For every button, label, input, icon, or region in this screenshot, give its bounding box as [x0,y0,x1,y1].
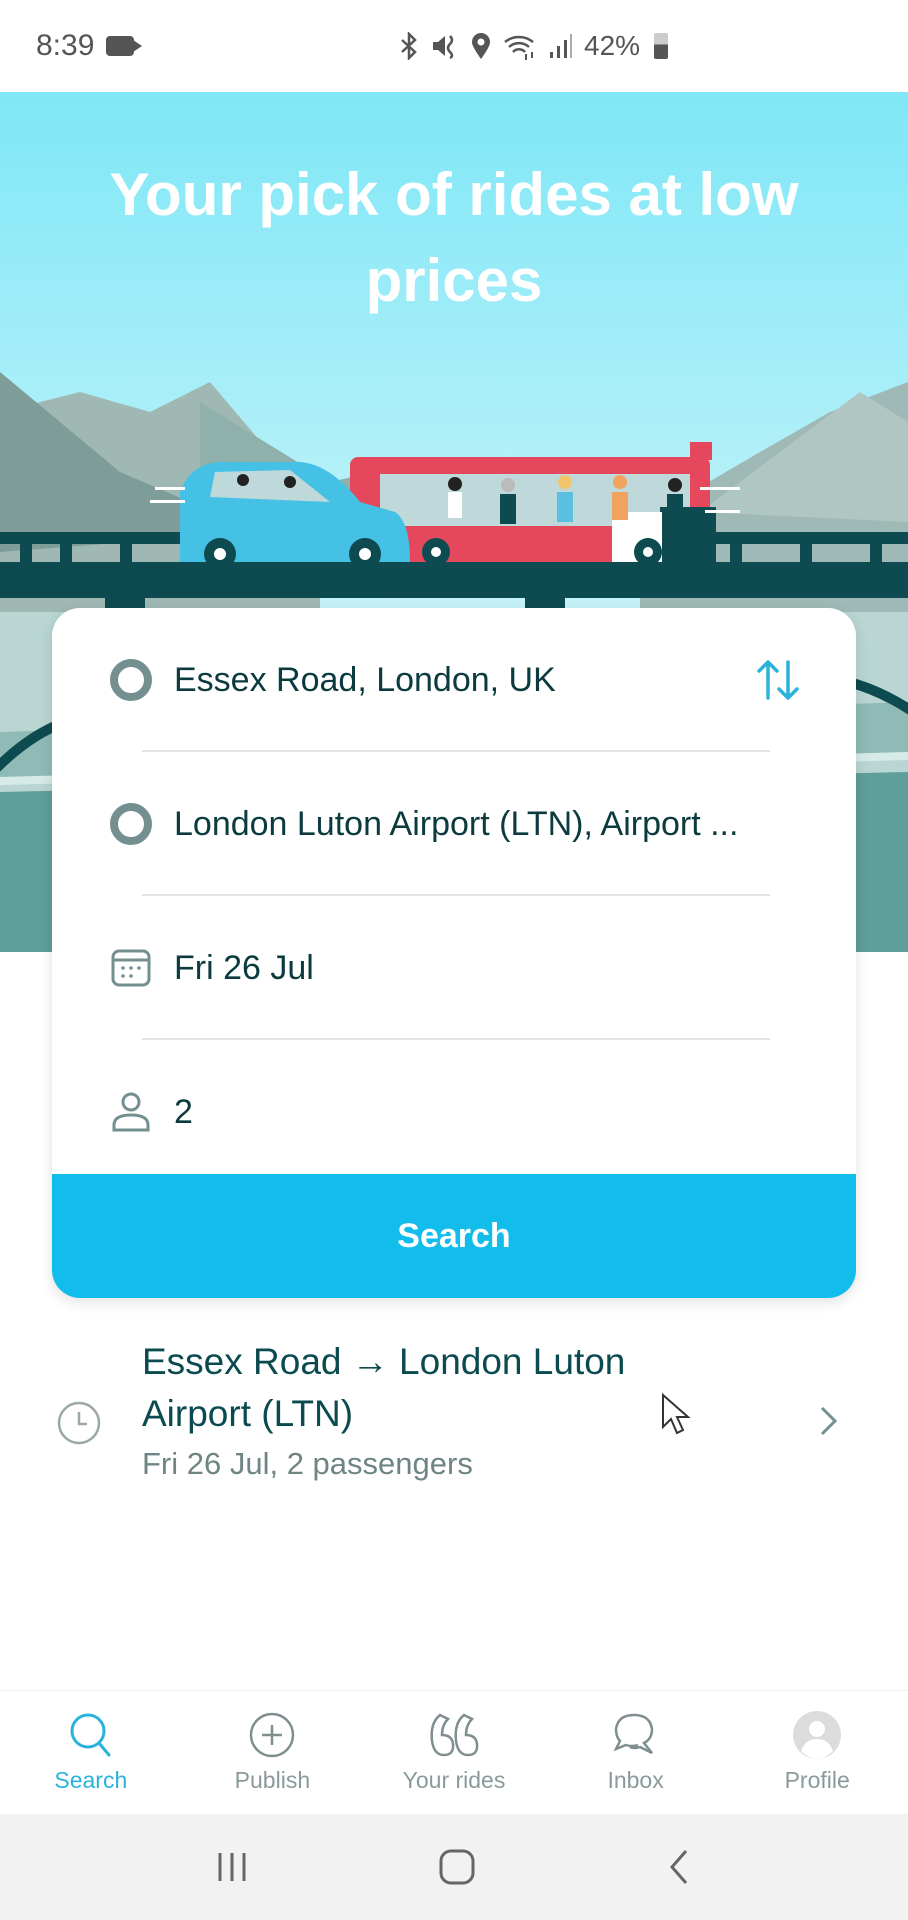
nav-search[interactable]: Search [0,1691,182,1814]
signal-icon [550,34,572,58]
calendar-icon [111,949,151,987]
destination-circle-icon [110,803,152,845]
nav-your-rides[interactable]: Your rides [363,1691,545,1814]
bluetooth-icon [401,32,417,60]
chevron-right-icon [820,1406,838,1436]
swap-direction-icon[interactable] [756,656,800,704]
wifi-icon [504,35,534,60]
nav-inbox-label: Inbox [607,1767,664,1793]
vibrate-mute-icon [433,35,454,60]
mouse-cursor-icon [662,1393,691,1435]
status-time: 8:39 [36,29,95,62]
battery-icon [654,33,669,59]
origin-circle-icon [110,659,152,701]
battery-percent: 42% [584,30,641,61]
video-record-icon [106,36,143,56]
nav-profile-label: Profile [784,1767,850,1793]
hero-title: Your pick of rides at low prices [109,161,799,314]
avatar-icon [793,1711,842,1759]
date-field[interactable]: Fri 26 Jul [52,896,856,1040]
from-field[interactable]: Essex Road, London, UK [52,608,856,752]
passengers-value: 2 [174,1092,193,1131]
recent-search-route: Essex Road → London Luton Airport (LTN) [142,1341,626,1434]
nav-publish[interactable]: Publish [182,1691,364,1814]
status-bar: 8:39 42% [0,0,908,92]
to-value: London Luton Airport (LTN), Airport ... [174,804,739,843]
to-field[interactable]: London Luton Airport (LTN), Airport ... [52,752,856,896]
bottom-navigation: Search Publish Your rides Inbox Profile [0,1690,908,1814]
search-form-card: Essex Road, London, UK London Luton Airp… [52,608,856,1298]
status-icons: 42% [398,30,669,62]
date-value: Fri 26 Jul [174,948,314,987]
recent-search-item[interactable]: Essex Road → London Luton Airport (LTN) … [0,1328,908,1498]
back-icon[interactable] [664,1847,694,1887]
search-button[interactable]: Search [52,1174,856,1298]
clock-icon [57,1401,101,1445]
nav-profile[interactable]: Profile [726,1691,908,1814]
passengers-field[interactable]: 2 [52,1040,856,1184]
quotes-icon [430,1713,479,1757]
location-icon [472,33,490,59]
nav-your-rides-label: Your rides [402,1767,506,1793]
nav-publish-label: Publish [234,1767,311,1793]
from-value: Essex Road, London, UK [174,660,556,699]
chat-bubbles-icon [612,1713,653,1755]
recent-search-details: Fri 26 Jul, 2 passengers [142,1446,473,1481]
system-navigation-bar [0,1814,908,1920]
search-icon [70,1713,111,1757]
person-icon [112,1092,150,1132]
nav-search-label: Search [54,1767,128,1793]
nav-inbox[interactable]: Inbox [545,1691,727,1814]
recent-apps-icon[interactable] [214,1849,250,1885]
plus-circle-icon [250,1712,295,1758]
home-icon[interactable] [437,1847,477,1887]
mountain-right-far [700,392,908,522]
